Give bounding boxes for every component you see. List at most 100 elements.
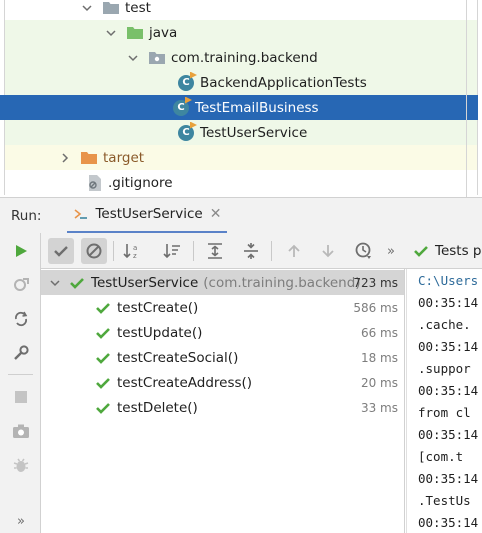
tree-row-backend-application-tests[interactable]: C BackendApplicationTests xyxy=(4,70,478,95)
history-icon xyxy=(355,242,371,259)
chevron-right-icon[interactable] xyxy=(59,152,71,164)
test-status: Tests pa xyxy=(413,233,482,269)
toggle-auto-test-button[interactable] xyxy=(9,307,33,331)
test-row-test-create-address[interactable]: testCreateAddress() 20 ms xyxy=(41,370,404,395)
toolstrip-separator xyxy=(8,374,33,375)
tree-row-label: target xyxy=(103,149,145,166)
tree-row-label: java xyxy=(149,24,178,41)
tree-scroll-divider xyxy=(466,0,467,197)
camera-icon xyxy=(13,424,29,438)
toolbar-separator xyxy=(271,241,272,261)
package-icon xyxy=(149,51,165,64)
show-ignored-button[interactable] xyxy=(81,238,107,264)
tree-row-label: TestEmailBusiness xyxy=(195,99,319,116)
test-duration: 586 ms xyxy=(353,300,398,315)
project-tree: test java com.training.backend C Backend… xyxy=(0,0,482,197)
test-name: testCreate() xyxy=(117,299,199,316)
sort-by-duration-button[interactable] xyxy=(159,238,185,264)
close-icon[interactable]: ✕ xyxy=(210,206,222,222)
collapse-all-button[interactable] xyxy=(238,238,264,264)
test-name: testUpdate() xyxy=(117,324,203,341)
run-tab-label: TestUserService xyxy=(95,206,203,222)
auto-rerun-icon xyxy=(14,311,28,327)
expand-all-button[interactable] xyxy=(202,238,228,264)
stop-icon xyxy=(15,391,27,403)
test-duration: 33 ms xyxy=(360,400,398,415)
passed-check-icon xyxy=(96,302,110,314)
previous-failed-button[interactable] xyxy=(281,238,307,264)
suite-package: (com.training.backend) xyxy=(203,274,361,291)
expand-all-icon xyxy=(208,243,222,259)
sort-alpha-icon: az xyxy=(123,244,137,260)
tree-row-java[interactable]: java xyxy=(4,20,478,45)
console-line: 00:35:14 xyxy=(418,339,479,354)
chevron-down-icon[interactable] xyxy=(49,277,61,289)
suite-name: TestUserService xyxy=(91,274,199,291)
console-line: 00:35:14 xyxy=(418,515,479,530)
toolbar-separator xyxy=(193,241,194,261)
test-row-test-create-social[interactable]: testCreateSocial() 18 ms xyxy=(41,345,404,370)
console-line: 00:35:14 xyxy=(418,383,479,398)
test-name: testDelete() xyxy=(117,399,198,416)
run-label: Run: xyxy=(11,207,42,224)
screenshot-button[interactable] xyxy=(9,419,33,443)
passed-check-icon xyxy=(96,352,110,364)
console-line: 00:35:14 xyxy=(418,427,479,442)
source-folder-icon xyxy=(127,26,143,39)
tree-row-label: test xyxy=(125,0,151,16)
sort-alphabetically-button[interactable]: az xyxy=(119,238,145,264)
test-row-test-delete[interactable]: testDelete() 33 ms xyxy=(41,395,404,420)
test-suite-row[interactable]: TestUserService (com.training.backend) 7… xyxy=(41,270,404,295)
more-tools-button[interactable]: » xyxy=(9,509,33,533)
rerun-button[interactable] xyxy=(9,239,33,263)
console-line: 00:35:14 xyxy=(418,295,479,310)
test-history-button[interactable] xyxy=(351,238,377,264)
chevron-down-icon[interactable] xyxy=(105,27,117,39)
test-class-icon: C xyxy=(178,121,197,141)
double-chevron-icon: » xyxy=(17,513,25,529)
passed-check-icon xyxy=(96,377,110,389)
tree-row-test[interactable]: test xyxy=(4,0,478,20)
arrow-down-icon xyxy=(322,245,334,258)
tree-row-target[interactable]: target xyxy=(4,145,478,170)
test-class-icon: C xyxy=(173,96,192,116)
test-duration: 18 ms xyxy=(360,350,398,365)
tree-row-gitignore[interactable]: .gitignore xyxy=(4,170,478,195)
console-line: .cache. xyxy=(418,317,471,332)
chevron-down-icon[interactable] xyxy=(127,52,139,64)
test-duration: 66 ms xyxy=(360,325,398,340)
test-results-tree: TestUserService (com.training.backend) 7… xyxy=(41,269,405,533)
run-tab[interactable]: TestUserService ✕ xyxy=(67,198,228,234)
passed-check-icon xyxy=(96,402,110,414)
console-line: .suppor xyxy=(418,361,471,376)
check-icon xyxy=(414,246,428,257)
tree-row-test-email-business[interactable]: C TestEmailBusiness xyxy=(0,95,478,120)
test-row-test-update[interactable]: testUpdate() 66 ms xyxy=(41,320,404,345)
tree-row-package[interactable]: com.training.backend xyxy=(4,45,478,70)
wrench-icon xyxy=(14,345,29,360)
bug-icon xyxy=(13,458,29,472)
debug-button[interactable] xyxy=(9,453,33,477)
run-config-icon xyxy=(74,209,88,219)
test-name: testCreateSocial() xyxy=(117,349,239,366)
excluded-folder-icon xyxy=(81,151,97,164)
settings-button[interactable] xyxy=(9,341,33,365)
tree-row-test-user-service[interactable]: C TestUserService xyxy=(4,120,478,145)
chevron-down-icon[interactable] xyxy=(81,2,93,14)
console-line: [com.t xyxy=(418,449,464,464)
toolbar-overflow-button[interactable]: » xyxy=(383,238,399,264)
passed-check-icon xyxy=(96,327,110,339)
stop-button[interactable] xyxy=(9,385,33,409)
run-side-toolbar: » xyxy=(0,233,41,533)
console-line: from cl xyxy=(418,405,471,420)
show-passed-button[interactable] xyxy=(48,238,74,264)
tree-row-label: com.training.backend xyxy=(171,49,318,66)
test-row-test-create[interactable]: testCreate() 586 ms xyxy=(41,295,404,320)
passed-check-icon xyxy=(70,277,84,289)
next-failed-button[interactable] xyxy=(315,238,341,264)
test-class-icon: C xyxy=(178,71,197,91)
console-output[interactable]: C:\Users 00:35:14 .cache. 00:35:14 .supp… xyxy=(406,269,482,533)
rerun-failed-button[interactable] xyxy=(9,273,33,297)
svg-text:a: a xyxy=(133,244,137,252)
suite-duration: 723 ms xyxy=(353,275,398,290)
